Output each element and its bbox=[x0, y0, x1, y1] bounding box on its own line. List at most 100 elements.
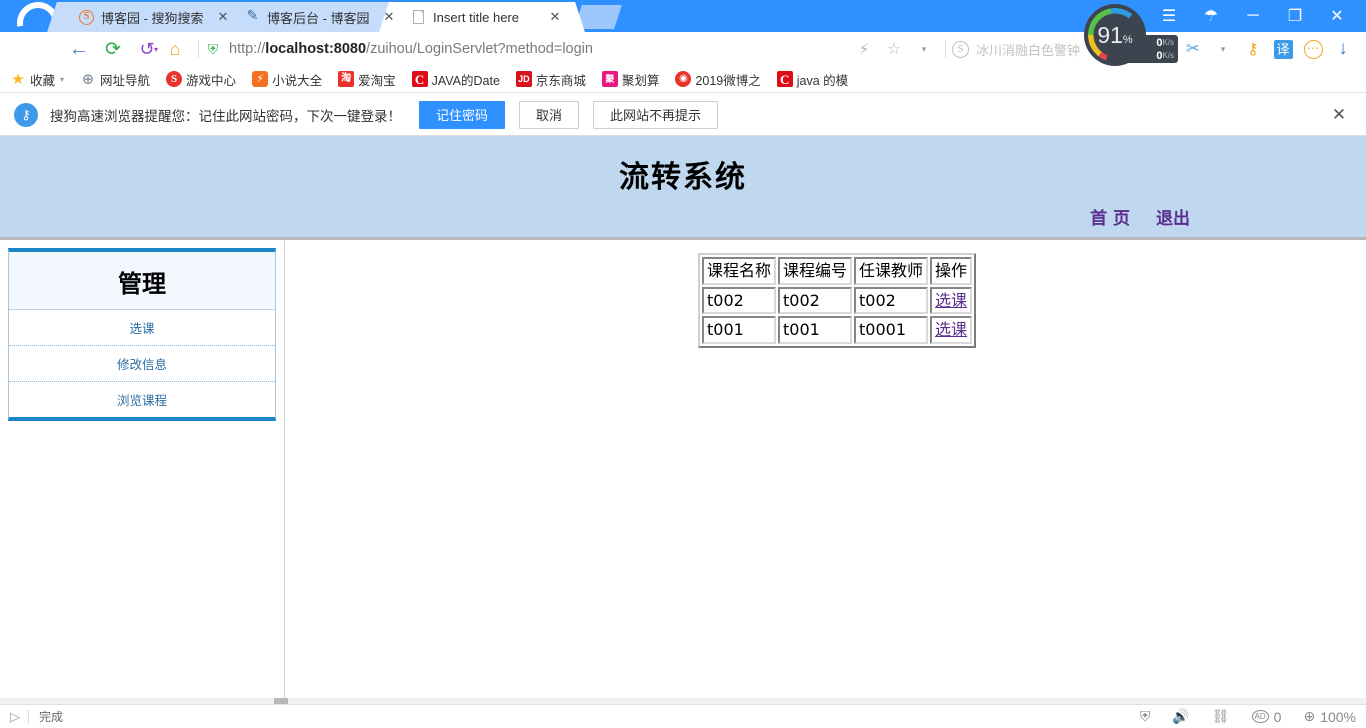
close-icon[interactable]: ✕ bbox=[1326, 105, 1352, 125]
sogou-search-icon[interactable]: S bbox=[951, 40, 969, 58]
cell-action: 选课 bbox=[930, 316, 973, 344]
tab-strip: S 博客园 - 搜狗搜索 ✕ ✎ 博客后台 - 博客园 ✕ Insert tit… bbox=[0, 0, 1366, 32]
ad-blocker-icon[interactable]: AD 0 bbox=[1251, 708, 1282, 725]
bookmark-label: 聚划算 bbox=[621, 73, 660, 88]
never-for-site-button[interactable]: 此网站不再提示 bbox=[593, 100, 719, 129]
tab-close-icon[interactable]: ✕ bbox=[214, 8, 232, 26]
cancel-button[interactable]: 取消 bbox=[519, 100, 580, 129]
bookmark-label: 收藏 bbox=[30, 73, 56, 88]
page-icon bbox=[410, 9, 427, 26]
menu-icon[interactable]: ☰ bbox=[1148, 0, 1190, 32]
password-save-notification: ⚷ 搜狗高速浏览器提醒您：记住此网站密码，下次一键登录！ 记住密码 取消 此网站… bbox=[0, 94, 1366, 136]
page-body: 管理 选课 修改信息 浏览课程 课程名称 课程编号 任课教师 操作 t002 t… bbox=[0, 240, 1366, 701]
navigation-toolbar: ← ⟳ ↺ ▾ ⌂ ⛨ http://localhost:8080/zuihou… bbox=[0, 32, 1366, 66]
table-row: t001 t001 t0001 选课 bbox=[702, 316, 973, 344]
sidebar-item-select-course[interactable]: 选课 bbox=[9, 310, 275, 346]
zoom-icon: ⊕ bbox=[1303, 708, 1316, 724]
sogou-icon: S bbox=[78, 9, 95, 26]
bookmark-novel[interactable]: ⚡ 小说大全 bbox=[252, 70, 322, 89]
sidebar-item-browse-courses[interactable]: 浏览课程 bbox=[9, 382, 275, 417]
skin-icon[interactable]: ☂ bbox=[1190, 0, 1232, 32]
password-key-icon[interactable]: ⚷ bbox=[1238, 34, 1268, 64]
memory-usage-gauge[interactable]: 91% bbox=[1084, 4, 1146, 66]
bookmark-label: 网址导航 bbox=[100, 73, 151, 88]
sidebar-title: 管理 bbox=[9, 252, 275, 310]
csdn-icon: C bbox=[411, 71, 428, 87]
blog-icon: ✎ bbox=[246, 9, 259, 24]
bookmark-java-template[interactable]: C java 的模 bbox=[776, 70, 849, 89]
sidebar-item-edit-info[interactable]: 修改信息 bbox=[9, 346, 275, 382]
jd-icon: JD bbox=[515, 71, 532, 87]
select-course-link[interactable]: 选课 bbox=[935, 320, 967, 339]
play-icon[interactable]: ▷ bbox=[10, 709, 20, 725]
nav-link-home[interactable]: 首 页 bbox=[1090, 204, 1130, 229]
browser-tab-1[interactable]: S 博客园 - 搜狗搜索 ✕ bbox=[47, 2, 253, 32]
bookmark-java-date[interactable]: C JAVA的Date bbox=[411, 70, 500, 89]
column-header-action: 操作 bbox=[930, 257, 973, 285]
bookmark-favorites[interactable]: ★ 收藏 ▾ bbox=[10, 70, 64, 89]
address-bar-url[interactable]: http://localhost:8080/zuihou/LoginServle… bbox=[229, 41, 593, 57]
notification-message: 搜狗高速浏览器提醒您：记住此网站密码，下次一键登录！ bbox=[50, 108, 401, 124]
bookmark-label: 爱淘宝 bbox=[358, 73, 396, 88]
search-suggestion-text[interactable]: 冰川消融白色警钟 bbox=[976, 40, 1080, 59]
lightning-icon[interactable]: ⚡ bbox=[849, 34, 879, 64]
nav-link-logout[interactable]: 退出 bbox=[1156, 204, 1190, 229]
chevron-down-icon[interactable]: ▾ bbox=[60, 75, 64, 84]
taobao-icon: 淘 bbox=[338, 71, 355, 87]
column-header-course-name: 课程名称 bbox=[702, 257, 777, 285]
back-icon[interactable]: ← bbox=[62, 34, 96, 64]
home-icon[interactable]: ⌂ bbox=[158, 34, 192, 64]
bookmark-label: 小说大全 bbox=[272, 73, 323, 88]
bookmark-nav-site[interactable]: ⊕ 网址导航 bbox=[80, 70, 150, 89]
key-icon: ⚷ bbox=[14, 102, 38, 127]
window-controls: ☰ ☂ ─ ❐ ✕ bbox=[1148, 0, 1366, 32]
bookmark-game-center[interactable]: S 游戏中心 bbox=[166, 70, 236, 89]
download-speed-unit: K/s bbox=[1162, 51, 1174, 60]
column-header-teacher: 任课教师 bbox=[854, 257, 929, 285]
bookmark-taobao[interactable]: 淘 爱淘宝 bbox=[338, 70, 396, 89]
screenshot-caret-icon[interactable]: ▾ bbox=[1208, 34, 1238, 64]
status-text: 完成 bbox=[39, 710, 64, 724]
bookmark-jd[interactable]: JD 京东商城 bbox=[515, 70, 586, 89]
maximize-icon[interactable]: ❐ bbox=[1274, 0, 1316, 32]
bookmark-label: 京东商城 bbox=[535, 73, 586, 88]
tab-close-icon[interactable]: ✕ bbox=[380, 8, 398, 26]
browser-tab-2[interactable]: ✎ 博客后台 - 博客园 ✕ bbox=[213, 2, 419, 32]
reload-icon[interactable]: ⟳ bbox=[96, 34, 130, 64]
browser-window: S 博客园 - 搜狗搜索 ✕ ✎ 博客后台 - 博客园 ✕ Insert tit… bbox=[0, 0, 1366, 728]
shield-icon: ⛨ bbox=[207, 40, 219, 57]
url-path: /zuihou/LoginServlet?method=login bbox=[366, 41, 593, 57]
weibo-icon: ◉ bbox=[675, 71, 692, 87]
page-banner: 流转系统 首 页 退出 bbox=[0, 136, 1366, 240]
bookmark-label: java 的模 bbox=[796, 73, 849, 88]
toolbox-icon[interactable]: ⛓ bbox=[1212, 708, 1230, 725]
translate-icon[interactable]: 译 bbox=[1268, 34, 1298, 64]
select-course-link[interactable]: 选课 bbox=[935, 291, 967, 310]
cell-course-code: t002 bbox=[778, 286, 853, 315]
download-icon[interactable]: ↓ bbox=[1328, 34, 1358, 64]
sound-icon[interactable]: 🔊 bbox=[1172, 708, 1189, 725]
toolbar-divider bbox=[198, 40, 200, 58]
zoom-level-control[interactable]: ⊕ 100% bbox=[1303, 708, 1356, 725]
status-divider bbox=[28, 709, 29, 724]
status-bar: ▷ 完成 ⛨ 🔊 ⛓ AD 0 ⊕ 100% bbox=[0, 704, 1366, 728]
bookmark-weibo[interactable]: ◉ 2019微博之 bbox=[675, 70, 761, 89]
screenshot-scissors-icon[interactable]: ✂ bbox=[1178, 34, 1208, 64]
bookmark-juhuasuan[interactable]: 聚 聚划算 bbox=[601, 70, 660, 89]
browser-tab-3[interactable]: Insert title here ✕ bbox=[379, 2, 585, 32]
globe-icon: ⊕ bbox=[81, 70, 95, 88]
tab-close-icon[interactable]: ✕ bbox=[546, 8, 564, 26]
security-shield-icon[interactable]: ⛨ bbox=[1140, 708, 1151, 725]
bookmark-star-icon[interactable]: ☆ bbox=[879, 34, 909, 64]
bookmark-caret-icon[interactable]: ▾ bbox=[909, 34, 939, 64]
toolbar-divider bbox=[944, 40, 946, 58]
novel-icon: ⚡ bbox=[252, 71, 269, 87]
more-icon[interactable]: ⋯ bbox=[1298, 34, 1328, 64]
cell-course-name: t001 bbox=[702, 316, 777, 344]
save-password-button[interactable]: 记住密码 bbox=[419, 100, 506, 129]
ad-block-count: 0 bbox=[1273, 708, 1282, 725]
cell-course-code: t001 bbox=[778, 316, 853, 344]
minimize-icon[interactable]: ─ bbox=[1232, 0, 1274, 32]
tab-title: 博客后台 - 博客园 bbox=[267, 10, 370, 26]
close-icon[interactable]: ✕ bbox=[1316, 0, 1358, 32]
